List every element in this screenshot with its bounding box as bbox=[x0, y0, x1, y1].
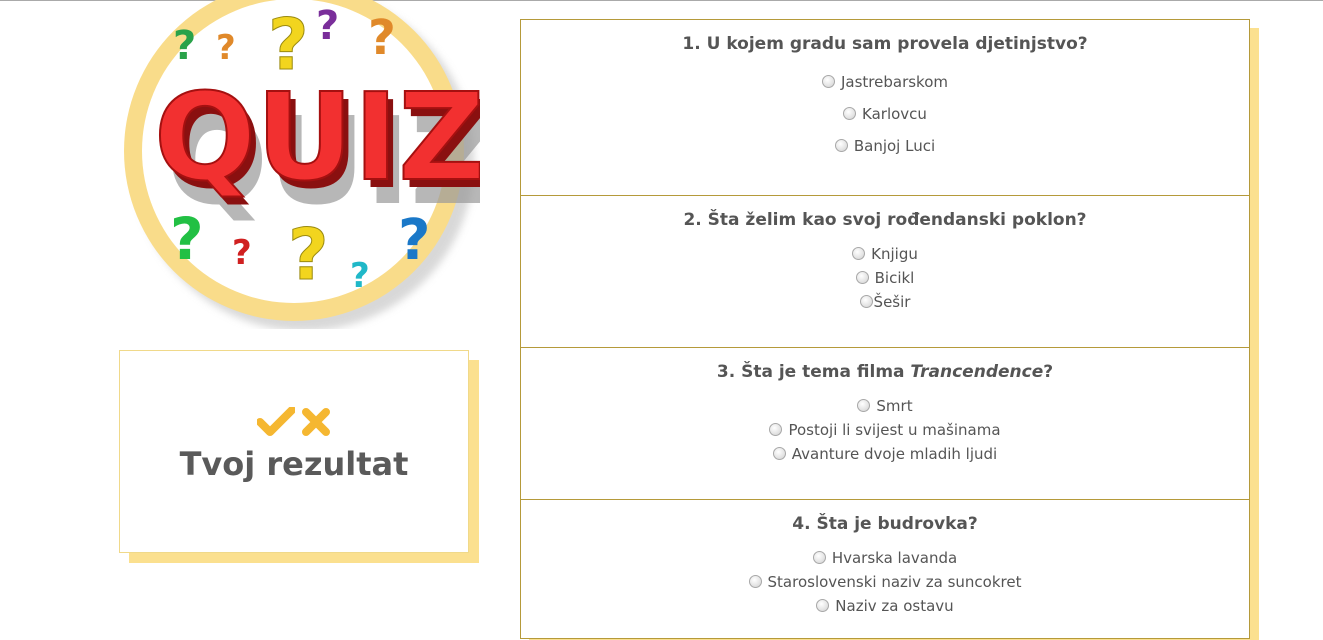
answer-option[interactable]: Bicikl bbox=[521, 266, 1249, 290]
radio-button[interactable] bbox=[812, 551, 826, 564]
answer-option[interactable]: Banjoj Luci bbox=[521, 130, 1249, 162]
answer-option[interactable]: Naziv za ostavu bbox=[521, 594, 1249, 618]
answer-option[interactable]: Staroslovenski naziv za suncokret bbox=[521, 570, 1249, 594]
radio-button[interactable] bbox=[843, 107, 857, 120]
svg-text:?: ? bbox=[350, 256, 370, 296]
radio-button[interactable] bbox=[859, 295, 873, 308]
cross-icon bbox=[301, 408, 330, 436]
quiz-form: 1. U kojem gradu sam provela djetinjstvo… bbox=[520, 19, 1250, 639]
svg-text:QUIZ: QUIZ bbox=[154, 69, 480, 208]
question-3: 3. Šta je tema filma Trancendence? Smrt … bbox=[521, 348, 1249, 500]
radio-button[interactable] bbox=[821, 75, 835, 88]
answer-option[interactable]: Knjigu bbox=[521, 242, 1249, 266]
svg-text:?: ? bbox=[368, 10, 396, 66]
score-card: Tvoj rezultat bbox=[119, 350, 469, 553]
question-1: 1. U kojem gradu sam provela djetinjstvo… bbox=[521, 20, 1249, 196]
answer-option[interactable]: Smrt bbox=[521, 394, 1249, 418]
answer-option[interactable]: Karlovcu bbox=[521, 98, 1249, 130]
radio-button[interactable] bbox=[852, 247, 866, 260]
radio-button[interactable] bbox=[834, 139, 848, 152]
radio-button[interactable] bbox=[772, 447, 786, 460]
answer-option[interactable]: Šešir bbox=[521, 290, 1249, 314]
radio-button[interactable] bbox=[748, 575, 762, 588]
answer-option[interactable]: Jastrebarskom bbox=[521, 66, 1249, 98]
answer-option[interactable]: Postoji li svijest u mašinama bbox=[521, 418, 1249, 442]
answer-option[interactable]: Avanture dvoje mladih ljudi bbox=[521, 442, 1249, 466]
question-2: 2. Šta želim kao svoj rođendanski poklon… bbox=[521, 196, 1249, 348]
svg-text:?: ? bbox=[216, 28, 236, 68]
check-icon bbox=[257, 407, 296, 436]
radio-button[interactable] bbox=[855, 271, 869, 284]
question-title: 2. Šta želim kao svoj rođendanski poklon… bbox=[683, 210, 1087, 230]
score-title: Tvoj rezultat bbox=[179, 445, 409, 483]
radio-button[interactable] bbox=[816, 599, 830, 612]
radio-button[interactable] bbox=[769, 423, 783, 436]
question-title: 1. U kojem gradu sam provela djetinjstvo… bbox=[682, 34, 1088, 54]
question-title: 3. Šta je tema filma Trancendence? bbox=[716, 362, 1054, 382]
answer-option[interactable]: Hvarska lavanda bbox=[521, 546, 1249, 570]
quiz-logo: ? ? ? ? ? ? ? ? ? ? QUIZ QUIZ QUIZ bbox=[118, 0, 480, 329]
svg-text:?: ? bbox=[232, 233, 252, 273]
radio-button[interactable] bbox=[857, 399, 871, 412]
score-icons bbox=[120, 407, 468, 443]
question-4: 4. Šta je budrovka? Hvarska lavanda Star… bbox=[521, 500, 1249, 640]
svg-text:?: ? bbox=[173, 23, 196, 69]
question-title: 4. Šta je budrovka? bbox=[792, 514, 978, 534]
svg-text:?: ? bbox=[316, 3, 339, 49]
